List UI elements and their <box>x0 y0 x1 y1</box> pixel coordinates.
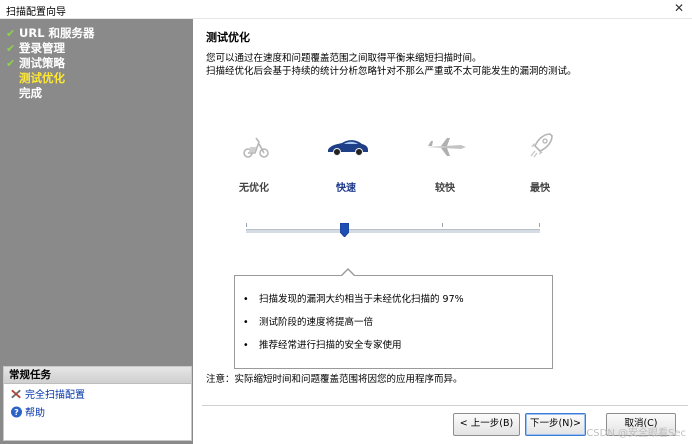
next-button[interactable]: 下一步(N)> <box>525 413 586 436</box>
close-icon[interactable]: ✕ <box>674 1 684 15</box>
full-scan-config-link[interactable]: 完全扫描配置 <box>4 388 191 404</box>
jet-plane-icon[interactable] <box>424 131 468 163</box>
page-description: 您可以通过在速度和问题覆盖范围之间取得平衡来缩短扫描时间。 扫描经优化后会基于持… <box>206 52 686 78</box>
slider-tick <box>539 223 540 227</box>
common-tasks-panel: 常规任务 完全扫描配置 ? 帮助 <box>3 366 192 441</box>
step-label: 测试优化 <box>19 71 65 85</box>
watermark: CSDN @安全眼看Sec <box>586 428 686 439</box>
step-list: ✔ URL 和服务器 ✔ 登录管理 ✔ 测试策略 测试优化 完成 <box>6 26 95 101</box>
speed-option-fastest[interactable]: 最快 <box>510 179 570 194</box>
step-label: 测试策略 <box>19 56 65 70</box>
common-tasks-header: 常规任务 <box>4 367 191 384</box>
scooter-icon[interactable] <box>236 131 276 163</box>
speed-option-fast[interactable]: 快速 <box>316 179 376 194</box>
bullet-text: 测试阶段的速度将提高一倍 <box>259 317 374 328</box>
sports-car-icon[interactable] <box>325 131 371 163</box>
optimization-info-box: • 扫描发现的漏洞大约相当于未经优化扫描的 97% • 测试阶段的速度将提高一倍 •… <box>234 268 553 369</box>
page-title: 测试优化 <box>206 31 250 44</box>
window-title: 扫描配置向导 <box>6 7 66 18</box>
slider-tick <box>442 223 443 227</box>
step-finish: 完成 <box>6 86 95 101</box>
svg-text:?: ? <box>14 408 19 417</box>
help-icon: ? <box>11 406 22 418</box>
step-test-policy: ✔ 测试策略 <box>6 56 95 71</box>
rocket-icon[interactable] <box>521 129 561 161</box>
step-label: 完成 <box>19 86 42 100</box>
task-label: 帮助 <box>25 408 45 419</box>
info-bullet-2: • 测试阶段的速度将提高一倍 <box>243 317 374 328</box>
wizard-sidebar: ✔ URL 和服务器 ✔ 登录管理 ✔ 测试策略 测试优化 完成 常规任务 完全扫描配… <box>0 19 193 444</box>
info-bullet-1: • 扫描发现的漏洞大约相当于未经优化扫描的 97% <box>243 294 464 305</box>
button-separator <box>202 405 688 406</box>
task-label: 完全扫描配置 <box>25 390 85 401</box>
step-label: URL 和服务器 <box>19 26 95 40</box>
step-label: 登录管理 <box>19 41 65 55</box>
step-url-servers: ✔ URL 和服务器 <box>6 26 95 41</box>
main-panel: 测试优化 您可以通过在速度和问题覆盖范围之间取得平衡来缩短扫描时间。 扫描经优化… <box>194 19 692 444</box>
info-bullet-3: • 推荐经常进行扫描的安全专家使用 <box>243 340 402 351</box>
description-line-2: 扫描经优化后会基于持续的统计分析忽略针对不那么严重或不太可能发生的漏洞的测试。 <box>206 66 577 77</box>
speed-slider-thumb[interactable] <box>340 223 349 237</box>
bullet-text: 推荐经常进行扫描的安全专家使用 <box>259 340 402 351</box>
back-button[interactable]: < 上一步(B) <box>453 413 520 436</box>
tools-icon <box>11 389 21 399</box>
step-login: ✔ 登录管理 <box>6 41 95 56</box>
speed-slider-track[interactable] <box>246 229 540 233</box>
speed-option-none[interactable]: 无优化 <box>224 179 284 194</box>
help-link[interactable]: ? 帮助 <box>4 406 191 422</box>
check-icon: ✔ <box>6 42 16 55</box>
slider-tick <box>246 223 247 227</box>
check-icon: ✔ <box>6 57 16 70</box>
note-text: 注意：实际缩短时间和问题覆盖范围将因您的应用程序而异。 <box>206 374 463 385</box>
title-bar: 扫描配置向导 ✕ <box>0 0 692 19</box>
speed-option-faster[interactable]: 较快 <box>415 179 475 194</box>
callout-arrow-fill <box>341 270 355 277</box>
step-test-optimization: 测试优化 <box>6 71 95 86</box>
description-line-1: 您可以通过在速度和问题覆盖范围之间取得平衡来缩短扫描时间。 <box>206 53 482 64</box>
bullet-text: 扫描发现的漏洞大约相当于未经优化扫描的 97% <box>259 294 464 305</box>
check-icon: ✔ <box>6 27 16 40</box>
